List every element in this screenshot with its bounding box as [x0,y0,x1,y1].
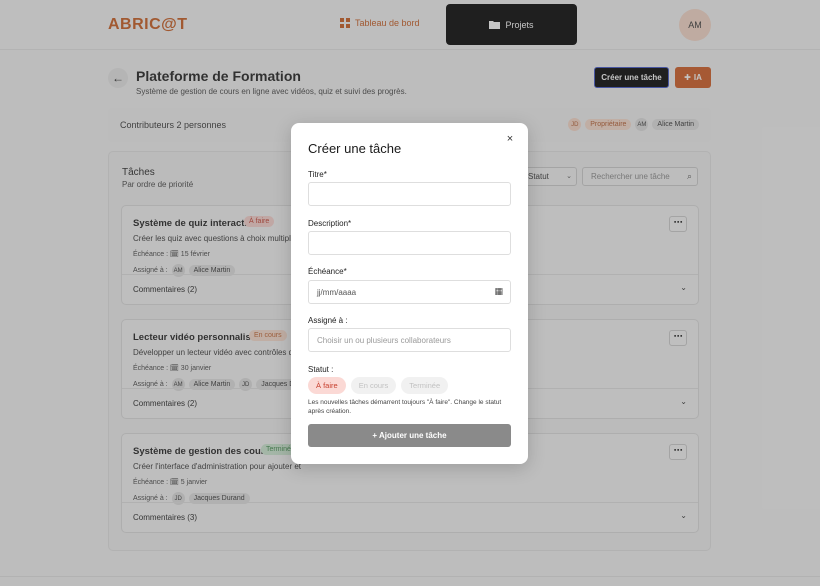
assign-field-label: Assigné à : [308,316,348,325]
close-icon[interactable]: × [503,132,517,146]
modal-title: Créer une tâche [308,141,402,156]
status-note: Les nouvelles tâches démarrent toujours … [308,399,502,415]
due-field-label: Échéance* [308,267,347,276]
title-input[interactable] [308,182,511,206]
description-field-label: Description* [308,219,352,228]
status-field-label: Statut : [308,365,334,374]
calendar-icon[interactable]: ▦ [494,286,503,297]
create-task-modal: × Créer une tâche Titre* Description* Éc… [291,123,528,464]
status-options: À faire En cours Terminée [308,377,449,394]
description-input[interactable] [308,231,511,255]
assignees-select[interactable]: Choisir un ou plusieurs collaborateurs [308,328,511,352]
due-date-placeholder: jj/mm/aaaa [317,288,357,297]
status-option-todo[interactable]: À faire [308,377,346,394]
status-option-done: Terminée [401,377,449,394]
add-task-button[interactable]: + Ajouter une tâche [308,424,511,447]
status-option-in-progress: En cours [350,377,397,394]
title-field-label: Titre* [308,170,327,179]
due-date-input[interactable]: jj/mm/aaaa ▦ [308,280,511,304]
